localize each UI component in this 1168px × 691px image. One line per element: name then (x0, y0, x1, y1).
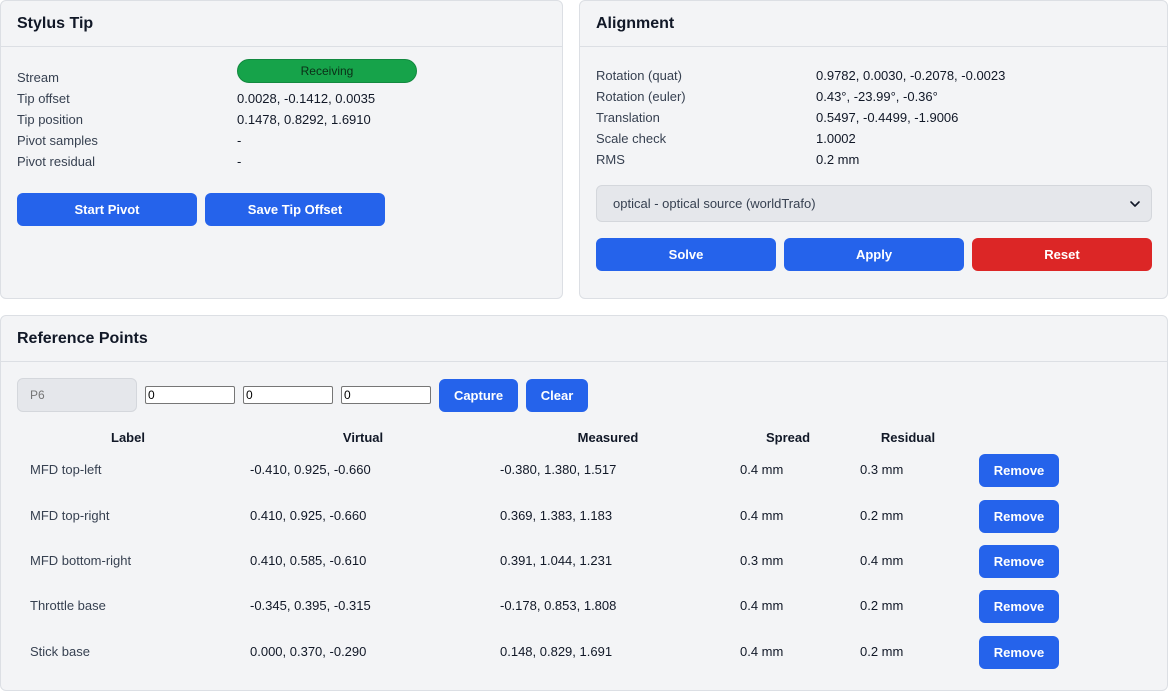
remove-button[interactable]: Remove (979, 454, 1059, 487)
remove-button[interactable]: Remove (979, 590, 1059, 623)
point-name-input[interactable] (17, 378, 137, 412)
capture-button[interactable]: Capture (439, 379, 518, 412)
rms-row: RMS 0.2 mm (596, 149, 1151, 170)
stream-row: Stream Receiving (17, 59, 546, 88)
header-spread: Spread (765, 430, 811, 445)
y-coordinate-input[interactable] (243, 386, 333, 404)
tip-position-row: Tip position 0.1478, 0.8292, 1.6910 (17, 109, 546, 130)
rms-value: 0.2 mm (816, 152, 860, 167)
point-measured: 0.391, 1.044, 1.231 (500, 553, 613, 568)
pivot-samples-row: Pivot samples - (17, 130, 546, 151)
translation-value: 0.5497, -0.4499, -1.9006 (816, 110, 959, 125)
remove-button[interactable]: Remove (979, 545, 1059, 578)
point-measured: -0.380, 1.380, 1.517 (500, 462, 617, 477)
point-residual: 0.4 mm (860, 553, 904, 568)
point-residual: 0.3 mm (860, 462, 904, 477)
table-row: MFD top-right 0.410, 0.925, -0.660 0.369… (1, 499, 1167, 533)
header-label: Label (111, 430, 145, 445)
point-virtual: -0.345, 0.395, -0.315 (250, 598, 371, 613)
point-label: MFD top-right (30, 508, 110, 523)
rms-key: RMS (596, 152, 625, 167)
remove-button[interactable]: Remove (979, 500, 1059, 533)
stream-status-badge: Receiving (237, 59, 417, 83)
scale-check-row: Scale check 1.0002 (596, 128, 1151, 149)
stylus-info: Stream Receiving Tip offset 0.0028, -0.1… (17, 59, 546, 172)
rotation-quat-row: Rotation (quat) 0.9782, 0.0030, -0.2078,… (596, 65, 1151, 86)
pivot-samples-key: Pivot samples (17, 133, 98, 148)
pivot-samples-value: - (237, 133, 242, 148)
pivot-residual-row: Pivot residual - (17, 151, 546, 172)
table-row: Stick base 0.000, 0.370, -0.290 0.148, 0… (1, 635, 1167, 669)
table-row: MFD top-left -0.410, 0.925, -0.660 -0.38… (1, 453, 1167, 487)
point-residual: 0.2 mm (860, 644, 904, 659)
point-virtual: 0.410, 0.925, -0.660 (250, 508, 367, 523)
scale-check-key: Scale check (596, 131, 667, 146)
header-residual: Residual (880, 430, 936, 445)
reference-points-panel: Reference Points Capture Clear Label Vir… (0, 315, 1168, 691)
pivot-residual-value: - (237, 154, 242, 169)
alignment-panel: Alignment Rotation (quat) 0.9782, 0.0030… (579, 0, 1168, 299)
source-select[interactable]: optical - optical source (worldTrafo) (596, 185, 1152, 222)
rotation-quat-key: Rotation (quat) (596, 68, 682, 83)
point-label: MFD bottom-right (30, 553, 132, 568)
x-coordinate-input[interactable] (145, 386, 235, 404)
point-spread: 0.4 mm (740, 508, 784, 523)
point-spread: 0.4 mm (740, 598, 784, 613)
point-residual: 0.2 mm (860, 508, 904, 523)
header-virtual: Virtual (342, 430, 384, 445)
table-row: MFD bottom-right 0.410, 0.585, -0.610 0.… (1, 544, 1167, 578)
remove-button[interactable]: Remove (979, 636, 1059, 669)
translation-row: Translation 0.5497, -0.4499, -1.9006 (596, 107, 1151, 128)
save-tip-offset-button[interactable]: Save Tip Offset (205, 193, 385, 226)
tip-offset-value: 0.0028, -0.1412, 0.0035 (237, 91, 376, 106)
header-measured: Measured (577, 430, 639, 445)
point-spread: 0.4 mm (740, 644, 784, 659)
source-select-value: optical - optical source (worldTrafo) (613, 196, 816, 211)
stylus-tip-panel: Stylus Tip Stream Receiving Tip offset 0… (0, 0, 563, 299)
point-residual: 0.2 mm (860, 598, 904, 613)
point-virtual: 0.000, 0.370, -0.290 (250, 644, 367, 659)
point-label: Stick base (30, 644, 90, 659)
scale-check-value: 1.0002 (816, 131, 856, 146)
tip-position-key: Tip position (17, 112, 83, 127)
alignment-title: Alignment (580, 1, 1167, 47)
point-label: Throttle base (30, 598, 106, 613)
reset-button[interactable]: Reset (972, 238, 1152, 271)
point-label: MFD top-left (30, 462, 102, 477)
translation-key: Translation (596, 110, 660, 125)
point-spread: 0.3 mm (740, 553, 784, 568)
stylus-tip-title: Stylus Tip (1, 1, 562, 47)
start-pivot-button[interactable]: Start Pivot (17, 193, 197, 226)
chevron-down-icon (1130, 201, 1140, 207)
clear-button[interactable]: Clear (526, 379, 588, 412)
tip-position-value: 0.1478, 0.8292, 1.6910 (237, 112, 371, 127)
tip-offset-row: Tip offset 0.0028, -0.1412, 0.0035 (17, 88, 546, 109)
point-measured: -0.178, 0.853, 1.808 (500, 598, 617, 613)
solve-button[interactable]: Solve (596, 238, 776, 271)
rotation-euler-row: Rotation (euler) 0.43°, -23.99°, -0.36° (596, 86, 1151, 107)
alignment-info: Rotation (quat) 0.9782, 0.0030, -0.2078,… (596, 65, 1151, 170)
point-spread: 0.4 mm (740, 462, 784, 477)
point-measured: 0.148, 0.829, 1.691 (500, 644, 613, 659)
apply-button[interactable]: Apply (784, 238, 964, 271)
rotation-quat-value: 0.9782, 0.0030, -0.2078, -0.0023 (816, 68, 1006, 83)
z-coordinate-input[interactable] (341, 386, 431, 404)
pivot-residual-key: Pivot residual (17, 154, 96, 169)
stream-key: Stream (17, 70, 59, 85)
point-virtual: -0.410, 0.925, -0.660 (250, 462, 371, 477)
rotation-euler-key: Rotation (euler) (596, 89, 686, 104)
tip-offset-key: Tip offset (17, 91, 70, 106)
rotation-euler-value: 0.43°, -23.99°, -0.36° (816, 89, 938, 104)
point-measured: 0.369, 1.383, 1.183 (500, 508, 613, 523)
reference-points-title: Reference Points (1, 316, 1167, 362)
point-virtual: 0.410, 0.585, -0.610 (250, 553, 367, 568)
table-row: Throttle base -0.345, 0.395, -0.315 -0.1… (1, 589, 1167, 623)
